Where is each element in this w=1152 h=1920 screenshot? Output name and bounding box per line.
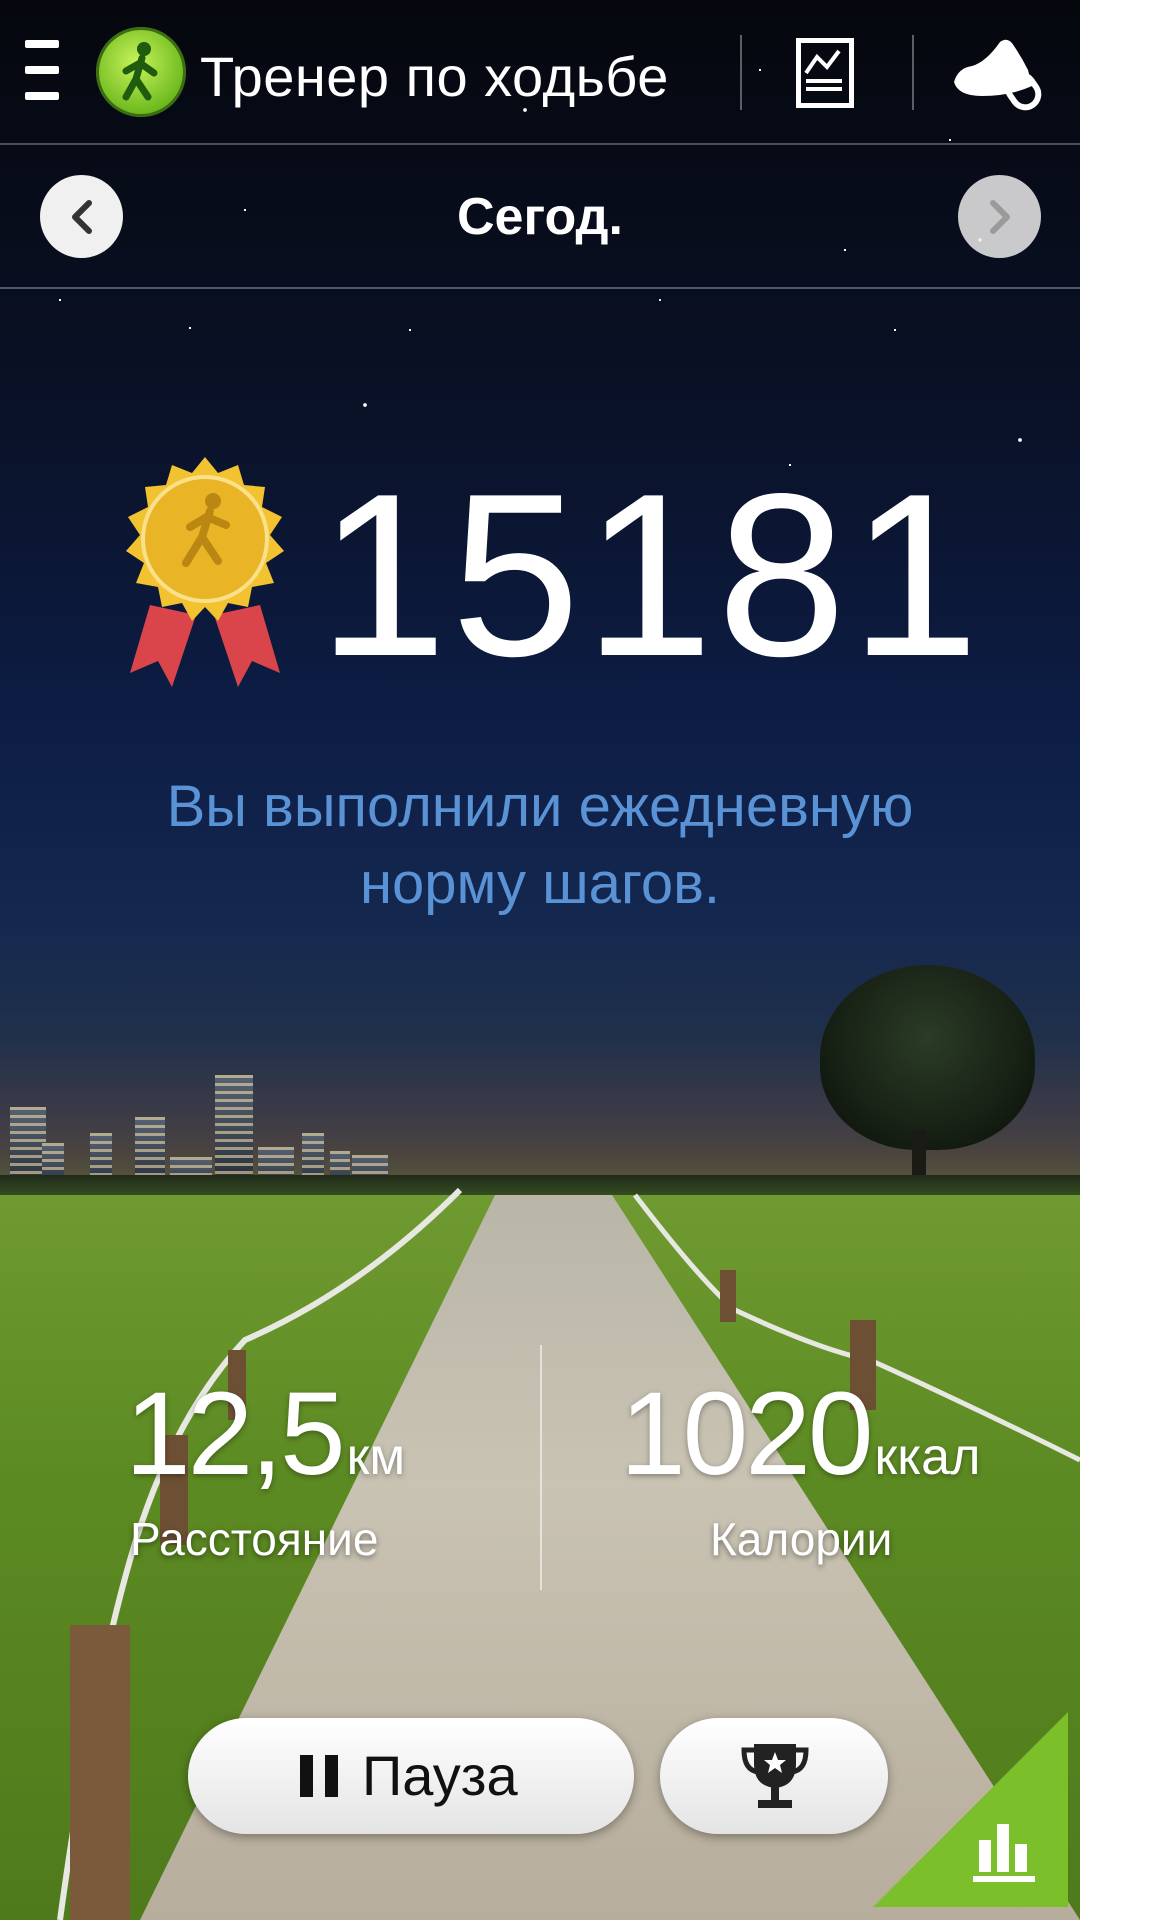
distance-label: Расстояние [130,1513,379,1565]
distance-value: 12,5км [125,1375,405,1493]
calories-value: 1020ккал [620,1375,980,1493]
trophy-icon [741,1744,809,1808]
distance-number: 12,5 [125,1368,346,1500]
goal-message-line1: Вы выполнили ежедневную [166,774,914,839]
goal-message-line2: норму шагов. [359,851,721,916]
pause-label: Пауза [362,1744,518,1807]
chart-icon[interactable] [796,38,854,108]
step-count: 15181 [318,446,984,705]
toolbar-divider [740,35,742,110]
city-skyline [0,1045,420,1195]
date-label: Сегод. [457,188,623,246]
pause-button[interactable]: Пауза [188,1718,634,1834]
calories-label: Калории [710,1513,893,1565]
stats-divider [540,1345,542,1590]
top-bar: Тренер по ходьбе [0,0,1080,145]
toolbar-divider [912,35,914,110]
calories-number: 1020 [620,1368,874,1500]
trophy-button[interactable] [660,1718,888,1834]
bar-chart-icon[interactable] [873,1712,1068,1907]
date-navigation: Сегод. [0,145,1080,289]
calories-unit: ккал [874,1428,981,1486]
pause-icon [300,1755,340,1797]
medal-icon [110,455,300,695]
app-title: Тренер по ходьбе [200,45,669,108]
chevron-right-icon[interactable] [958,175,1041,258]
shoe-icon[interactable] [950,30,1042,114]
goal-message: Вы выполнили ежедневную норму шагов. [40,768,1040,922]
menu-icon[interactable] [25,40,61,102]
distance-unit: км [346,1428,406,1486]
tree [820,965,1035,1150]
walking-coach-screen: Тренер по ходьбе Сегод. 15181 Вы выполни… [0,0,1080,1920]
walking-person-icon[interactable] [96,27,186,117]
